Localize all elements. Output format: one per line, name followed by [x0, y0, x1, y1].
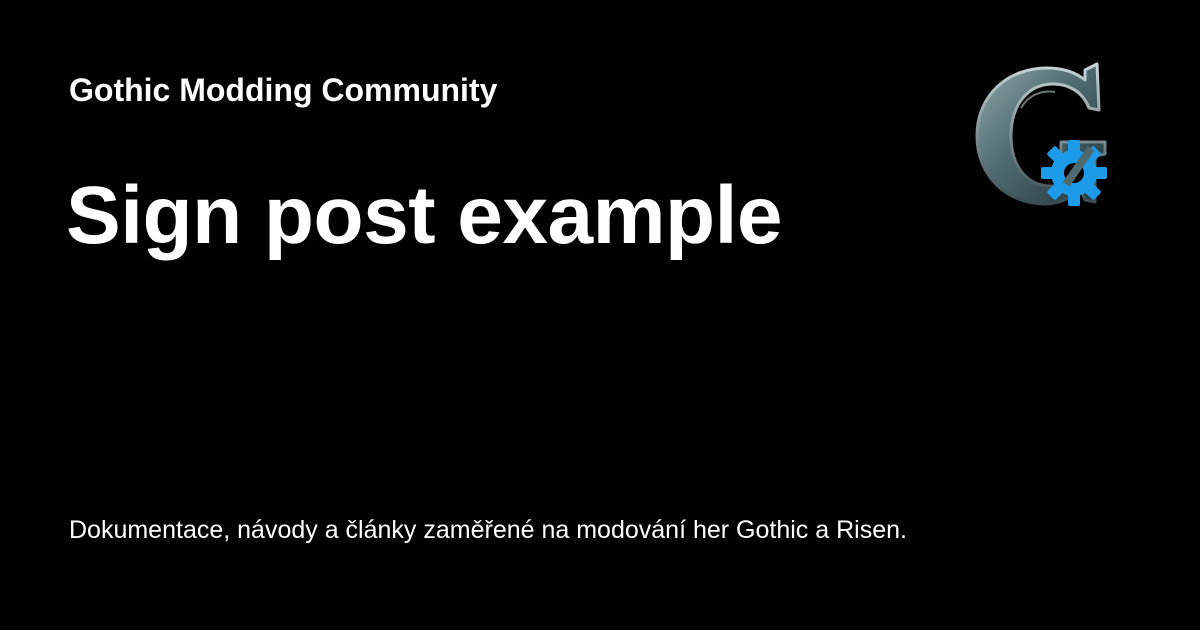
page-title: Sign post example	[66, 170, 783, 261]
gothic-logo-icon	[965, 58, 1125, 218]
social-card: Gothic Modding Community Sign post examp…	[0, 0, 1200, 630]
logo-graphic	[975, 62, 1107, 206]
gear-icon	[1041, 140, 1107, 206]
page-description: Dokumentace, návody a články zaměřené na…	[69, 516, 907, 544]
site-name: Gothic Modding Community	[69, 72, 498, 108]
